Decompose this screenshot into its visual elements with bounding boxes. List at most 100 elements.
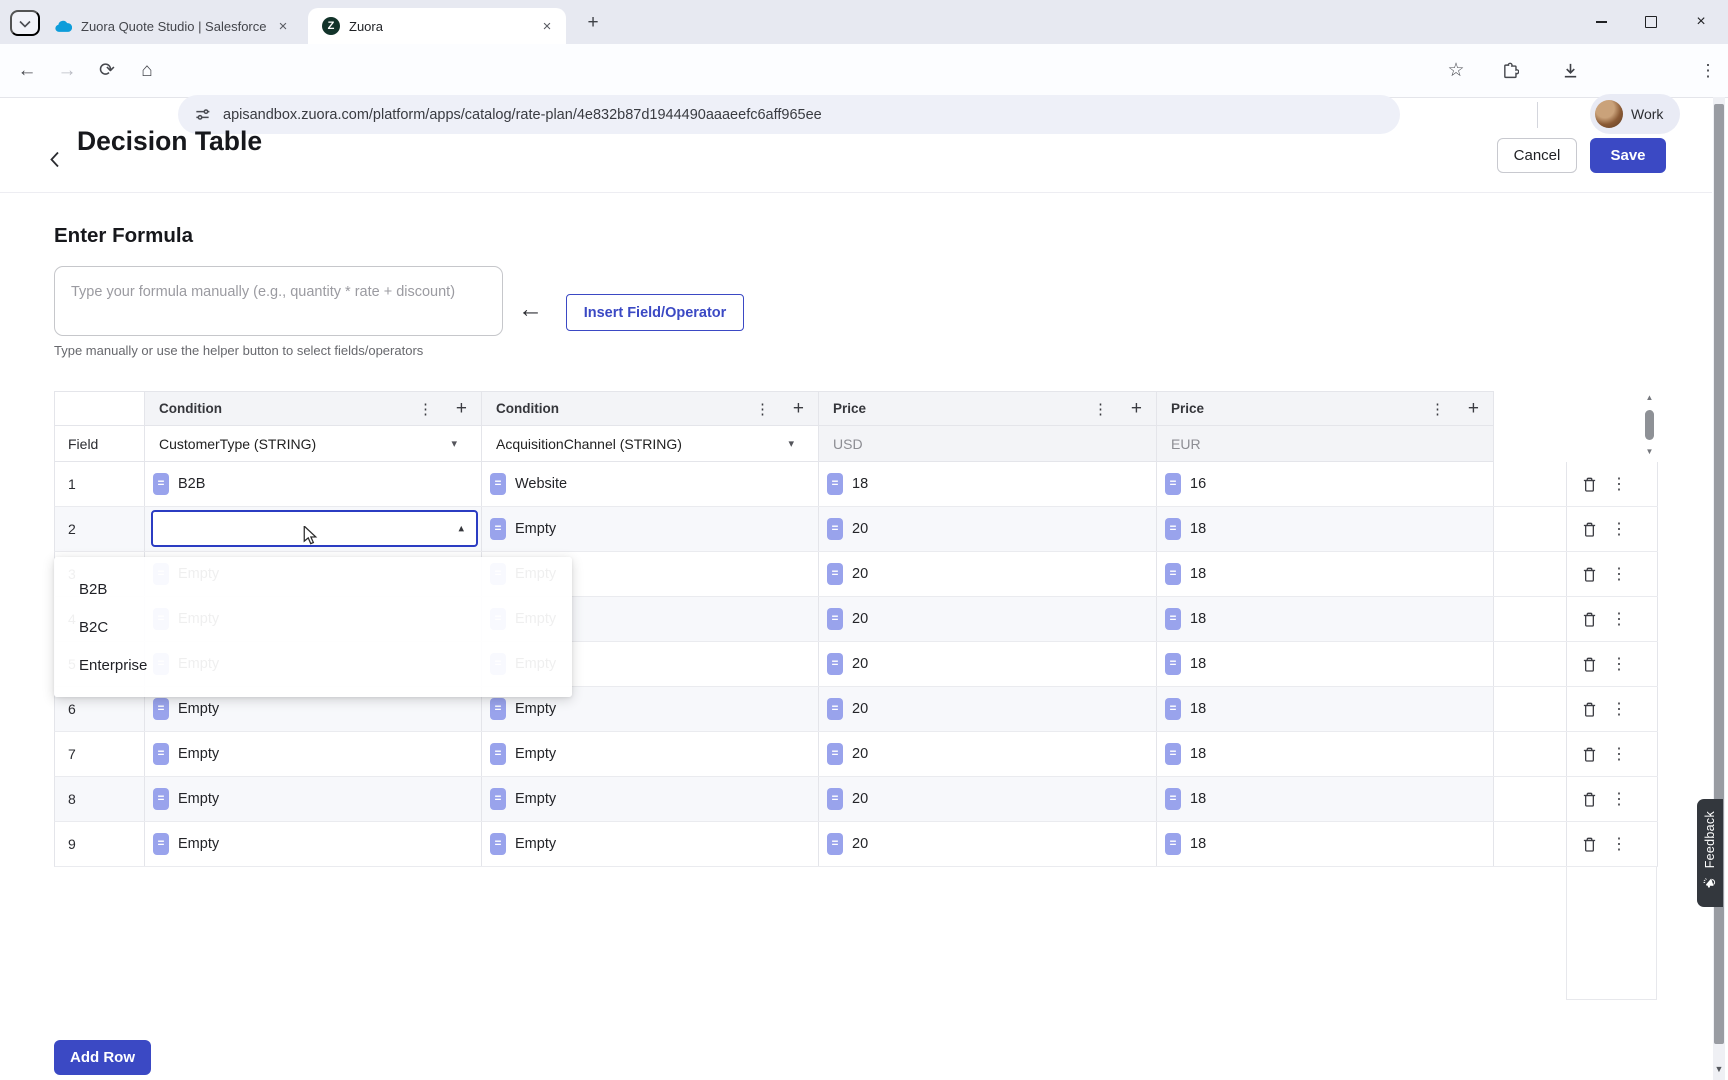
add-column-icon[interactable]: + [793, 392, 804, 425]
formula-input[interactable] [54, 266, 503, 336]
price-eur-cell[interactable]: = 18 [1157, 552, 1494, 596]
row-menu-button[interactable]: ⋮ [1611, 744, 1627, 764]
price-eur-cell[interactable]: = 18 [1157, 597, 1494, 641]
new-tab-button[interactable]: + [580, 10, 606, 36]
address-bar[interactable]: apisandbox.zuora.com/platform/apps/catal… [178, 95, 1400, 134]
cancel-button[interactable]: Cancel [1497, 138, 1577, 173]
price-usd-cell[interactable]: = 20 [819, 552, 1157, 596]
price-usd-cell[interactable]: = 20 [819, 507, 1157, 551]
condition-2-cell[interactable]: = Empty [482, 822, 819, 866]
delete-row-button[interactable] [1582, 701, 1597, 718]
add-column-icon[interactable]: + [456, 392, 467, 425]
site-info-icon[interactable] [194, 106, 211, 123]
price-usd-cell[interactable]: = 20 [819, 732, 1157, 776]
profile-button[interactable]: Work [1590, 94, 1680, 134]
insert-field-operator-button[interactable]: Insert Field/Operator [566, 294, 744, 331]
condition-1-cell[interactable]: = Empty [145, 777, 482, 821]
forward-button[interactable]: → [50, 44, 84, 97]
row-number-cell: 8 [55, 777, 145, 821]
delete-row-button[interactable] [1582, 521, 1597, 538]
price-eur-cell[interactable]: = 18 [1157, 642, 1494, 686]
window-minimize-button[interactable] [1578, 0, 1624, 44]
download-icon[interactable] [1552, 44, 1588, 97]
condition-1-cell[interactable]: = Empty [145, 732, 482, 776]
add-column-icon[interactable]: + [1131, 392, 1142, 425]
price-eur-cell[interactable]: = 18 [1157, 732, 1494, 776]
price-usd-cell[interactable]: = 20 [819, 642, 1157, 686]
condition-2-cell[interactable]: = Empty [482, 732, 819, 776]
dropdown-option[interactable]: Enterprise [54, 646, 572, 684]
decision-table: Condition ⋮ + Condition ⋮ + Price ⋮ + Pr… [54, 391, 1658, 867]
column-menu-icon[interactable]: ⋮ [1093, 392, 1108, 425]
window-close-button[interactable]: × [1678, 0, 1724, 44]
row-menu-button[interactable]: ⋮ [1611, 699, 1627, 719]
scroll-up-icon[interactable]: ▲ [1646, 393, 1654, 403]
row-menu-button[interactable]: ⋮ [1611, 654, 1627, 674]
minimize-icon [1595, 21, 1607, 23]
row-menu-button[interactable]: ⋮ [1611, 609, 1627, 629]
tab-zuora[interactable]: Z Zuora × [308, 8, 566, 44]
delete-row-button[interactable] [1582, 476, 1597, 493]
row-menu-button[interactable]: ⋮ [1611, 474, 1627, 494]
browser-menu-icon[interactable]: ⋮ [1692, 44, 1724, 97]
window-maximize-button[interactable] [1628, 0, 1674, 44]
delete-row-button[interactable] [1582, 566, 1597, 583]
page-scroll-down-icon[interactable]: ▼ [1713, 1060, 1725, 1078]
bookmark-star-icon[interactable]: ☆ [1438, 44, 1474, 97]
value-chip: = 20 [819, 833, 868, 855]
table-scrollbar[interactable]: ▲ ▼ [1643, 393, 1656, 457]
delete-row-button[interactable] [1582, 746, 1597, 763]
delete-row-button[interactable] [1582, 791, 1597, 808]
price-usd-cell[interactable]: = 20 [819, 822, 1157, 866]
condition-combobox-open[interactable]: ▴ [151, 510, 478, 547]
row-number: 8 [68, 791, 76, 807]
cell-value: 18 [1190, 791, 1207, 807]
add-row-button[interactable]: Add Row [54, 1040, 151, 1075]
home-button[interactable]: ⌂ [130, 44, 164, 97]
field-select-customer-type[interactable]: CustomerType (STRING) ▾ [145, 426, 482, 461]
url-text[interactable]: apisandbox.zuora.com/platform/apps/catal… [223, 107, 822, 123]
price-eur-cell[interactable]: = 18 [1157, 777, 1494, 821]
tab-close-button[interactable]: × [538, 17, 556, 35]
price-eur-cell[interactable]: = 16 [1157, 462, 1494, 506]
field-select-acquisition-channel[interactable]: AcquisitionChannel (STRING) ▾ [482, 426, 819, 461]
price-eur-cell[interactable]: = 18 [1157, 687, 1494, 731]
row-menu-button[interactable]: ⋮ [1611, 789, 1627, 809]
delete-row-button[interactable] [1582, 611, 1597, 628]
back-button[interactable]: ← [10, 44, 44, 97]
price-usd-cell[interactable]: = 20 [819, 777, 1157, 821]
condition-1-cell[interactable]: ▴ [145, 507, 482, 551]
row-menu-button[interactable]: ⋮ [1611, 564, 1627, 584]
delete-row-button[interactable] [1582, 836, 1597, 853]
tab-salesforce[interactable]: Zuora Quote Studio | Salesforce × [40, 8, 302, 44]
reload-button[interactable]: ⟳ [90, 44, 124, 97]
price-usd-cell[interactable]: = 20 [819, 687, 1157, 731]
condition-2-cell[interactable]: = Empty [482, 507, 819, 551]
feedback-tab[interactable]: Feedback [1697, 799, 1723, 907]
tab-search-button[interactable] [10, 10, 40, 36]
delete-row-button[interactable] [1582, 656, 1597, 673]
column-menu-icon[interactable]: ⋮ [1430, 392, 1445, 425]
row-menu-button[interactable]: ⋮ [1611, 519, 1627, 539]
row-menu-button[interactable]: ⋮ [1611, 834, 1627, 854]
extensions-icon[interactable] [1492, 44, 1528, 97]
price-eur-cell[interactable]: = 18 [1157, 507, 1494, 551]
condition-2-cell[interactable]: = Empty [482, 777, 819, 821]
scroll-down-icon[interactable]: ▼ [1646, 447, 1654, 457]
tab-close-button[interactable]: × [274, 17, 292, 35]
price-eur-cell[interactable]: = 18 [1157, 822, 1494, 866]
table-scrollbar-thumb[interactable] [1645, 410, 1654, 440]
dropdown-option[interactable]: B2C [54, 608, 572, 646]
price-usd-cell[interactable]: = 18 [819, 462, 1157, 506]
save-button[interactable]: Save [1590, 138, 1666, 173]
page-back-button[interactable] [42, 145, 68, 173]
column-menu-icon[interactable]: ⋮ [755, 392, 770, 425]
add-column-icon[interactable]: + [1468, 392, 1479, 425]
page-scrollbar[interactable]: ▼ [1713, 97, 1725, 1080]
price-usd-cell[interactable]: = 20 [819, 597, 1157, 641]
condition-2-cell[interactable]: = Website [482, 462, 819, 506]
dropdown-option[interactable]: B2B [54, 570, 572, 608]
column-menu-icon[interactable]: ⋮ [418, 392, 433, 425]
condition-1-cell[interactable]: = B2B [145, 462, 482, 506]
condition-1-cell[interactable]: = Empty [145, 822, 482, 866]
